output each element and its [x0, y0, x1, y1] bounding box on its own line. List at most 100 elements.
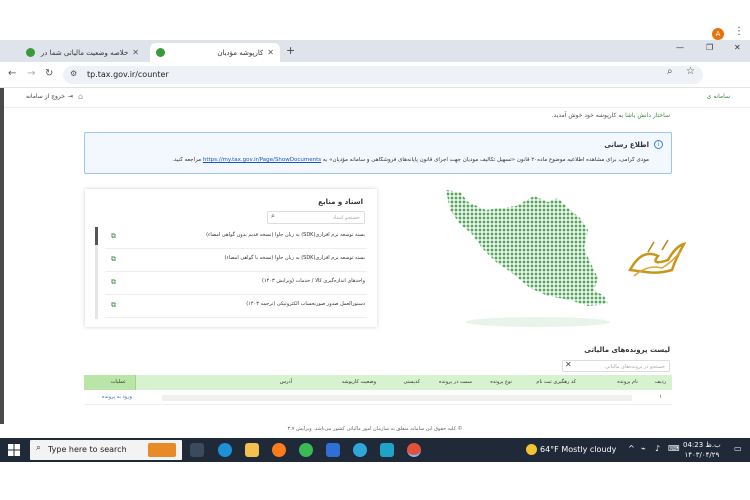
row-hidden-data	[162, 395, 632, 401]
welcome-text: به کارپوشه خود خوش آمدید.	[551, 112, 624, 119]
minimize-icon[interactable]: —	[676, 43, 684, 52]
notice-box: i اطلاع رسانی مودی گرامی، برای مشاهده اط…	[84, 132, 672, 174]
row-index: ۱	[659, 394, 662, 400]
notice-title: اطلاع رسانی	[604, 141, 649, 149]
task-view-icon[interactable]	[190, 443, 204, 457]
document-item[interactable]: بسته توسعه نرم افزاری(SDK) به زبان جاوا …	[105, 250, 367, 272]
column-header: نوع پرونده	[490, 379, 512, 385]
edge-browser-icon[interactable]	[218, 443, 232, 457]
welcome-message: ساختار دانش یاشا به کارپوشه خود خوش آمدی…	[552, 112, 670, 119]
close-window-icon[interactable]: ✕	[734, 43, 741, 52]
document-title: بسته توسعه نرم افزاری(SDK) به زبان جاوا …	[206, 232, 365, 238]
document-item[interactable]: دستورالعمل صدور صورتحساب الکترونیکی (ترج…	[105, 296, 367, 318]
taskbar-search-text: Type here to search	[48, 445, 127, 454]
firefox-icon[interactable]	[272, 443, 286, 457]
clock-time: 04:23 ب.ظ	[683, 441, 721, 449]
weather-text[interactable]: 64°F Mostly cloudy	[540, 445, 616, 454]
notice-text-after: مراجعه کنید.	[172, 157, 202, 163]
taskbar-search-input[interactable]: ⌕ Type here to search	[30, 440, 182, 460]
notice-text-before: مودی گرامی، برای مشاهده اطلاعیه موضوع ما…	[322, 157, 649, 163]
site-favicon-icon	[156, 48, 165, 57]
column-header: نام پرونده	[617, 379, 638, 385]
reload-icon[interactable]: ↻	[45, 68, 53, 79]
tab-strip: ✕ خلاصه وضعیت مالیاتی شما در ... ✕ کارپو…	[0, 40, 750, 62]
column-header: وضعیت کارپوشه	[341, 379, 376, 385]
documents-title: اسناد و منابع	[318, 198, 363, 206]
app-icon[interactable]	[326, 443, 340, 457]
document-title: دستورالعمل صدور صورتحساب الکترونیکی (ترج…	[246, 301, 365, 307]
url-bar[interactable]: ⚙ tp.tax.gov.ir/counter	[63, 66, 703, 84]
forward-arrow-icon[interactable]: →	[27, 68, 35, 79]
search-icon[interactable]: ⌕	[271, 212, 275, 221]
logout-icon: ⇥	[67, 93, 73, 100]
tab-title: کارپوشه مؤدیان	[217, 48, 264, 57]
column-header: سمت در پرونده	[438, 379, 472, 385]
cases-search-input[interactable]: جستجو در پرونده‌های مالیاتی	[562, 360, 670, 372]
clock-date: ۱۴۰۳/۰۴/۲۹	[684, 451, 720, 459]
clear-icon[interactable]: ✕	[565, 360, 572, 369]
logout-button[interactable]: ⇥ خروج از سامانه	[26, 93, 73, 100]
bookmark-star-icon[interactable]: ☆	[686, 66, 695, 77]
network-icon[interactable]: ⌁	[641, 444, 646, 453]
external-link-icon[interactable]: ⧉	[111, 232, 116, 241]
documents-search-input[interactable]: جستجو اسناد	[267, 211, 365, 224]
browser-menu-icon[interactable]: ⋮	[734, 26, 744, 37]
document-title: بسته توسعه نرم افزاری(SDK) به زبان جاوا …	[224, 255, 365, 261]
notice-link[interactable]: https://my.tax.gov.ir/Page/ShowDocuments	[203, 157, 321, 163]
enter-case-link[interactable]: ورود به پرونده	[102, 394, 132, 400]
column-header: آدرس	[279, 379, 292, 385]
windows-taskbar: ⌕ Type here to search 64°F Mostly cloudy…	[0, 438, 750, 462]
profile-avatar[interactable]: A	[712, 28, 724, 40]
cases-title: لیست پرونده‌های مالیاتی	[584, 346, 670, 354]
external-link-icon[interactable]: ⧉	[111, 278, 116, 287]
table-row: ۱ ورود به پرونده	[84, 390, 672, 405]
documents-scrollbar[interactable]	[95, 227, 98, 319]
user-name: ساختار دانش یاشا	[625, 112, 670, 119]
external-link-icon[interactable]: ⧉	[111, 255, 116, 264]
tab-tax-summary[interactable]: ✕ خلاصه وضعیت مالیاتی شما در ...	[20, 43, 145, 62]
system-clock[interactable]: 04:23 ب.ظ ۱۴۰۳/۰۴/۲۹	[683, 440, 721, 460]
tab-taxpayer-folder[interactable]: ✕ کارپوشه مؤدیان	[150, 43, 280, 62]
site-topbar: ⇥ خروج از سامانه ⌂ سامانه ی	[4, 88, 750, 108]
chrome-icon[interactable]	[299, 443, 313, 457]
back-arrow-icon[interactable]: ←	[8, 68, 16, 79]
left-edge-strip	[0, 88, 4, 424]
address-row: ← → ↻ ⚙ tp.tax.gov.ir/counter ⌕ ☆	[0, 62, 750, 88]
site-footer: © کلیه حقوق این سامانه متعلق به سازمان ا…	[287, 426, 463, 432]
chrome-active-icon[interactable]	[407, 443, 421, 457]
info-icon: i	[654, 140, 663, 149]
documents-panel: اسناد و منابع جستجو اسناد ⌕ بسته توسعه ن…	[85, 189, 377, 327]
zoom-icon[interactable]: ⌕	[667, 66, 673, 77]
logout-label: خروج از سامانه	[26, 93, 65, 100]
column-header: کد رهگیری ثبت نام	[536, 379, 576, 385]
iran-map-illustration	[446, 190, 610, 327]
windows-start-icon[interactable]	[8, 444, 20, 456]
close-tab-icon[interactable]: ✕	[132, 48, 139, 57]
document-item[interactable]: بسته توسعه نرم افزاری(SDK) به زبان جاوا …	[105, 227, 367, 249]
tab-title: خلاصه وضعیت مالیاتی شما در ...	[39, 48, 129, 57]
keyboard-icon[interactable]: ⌨	[668, 444, 680, 453]
volume-icon[interactable]: ♪	[655, 444, 660, 453]
column-header: عملیات	[110, 379, 126, 385]
column-header: کدپستی	[403, 379, 420, 385]
weather-icon	[526, 444, 537, 455]
external-link-icon[interactable]: ⧉	[111, 301, 116, 310]
notice-text: مودی گرامی، برای مشاهده اطلاعیه موضوع ما…	[89, 157, 649, 163]
app-icon[interactable]	[380, 443, 394, 457]
telegram-icon[interactable]	[353, 443, 367, 457]
document-title: واحدهای اندازه‌گیری کالا / خدمات (ویرایش…	[262, 278, 365, 284]
tax-organization-logo	[628, 239, 686, 277]
breadcrumb[interactable]: سامانه ی	[707, 93, 730, 100]
file-explorer-icon[interactable]	[245, 443, 259, 457]
close-tab-icon[interactable]: ✕	[267, 48, 274, 57]
restore-icon[interactable]: ❐	[706, 43, 713, 52]
column-header: ردیف	[654, 379, 666, 385]
document-item[interactable]: واحدهای اندازه‌گیری کالا / خدمات (ویرایش…	[105, 273, 367, 295]
search-highlight-icon	[148, 443, 176, 457]
tray-chevron-icon[interactable]: ^	[628, 444, 635, 453]
url-text: tp.tax.gov.ir/counter	[87, 70, 169, 79]
new-tab-button[interactable]: +	[286, 44, 295, 57]
notifications-icon[interactable]: ▭	[734, 444, 742, 453]
home-icon[interactable]: ⌂	[78, 92, 83, 101]
site-info-icon[interactable]: ⚙	[70, 69, 77, 78]
